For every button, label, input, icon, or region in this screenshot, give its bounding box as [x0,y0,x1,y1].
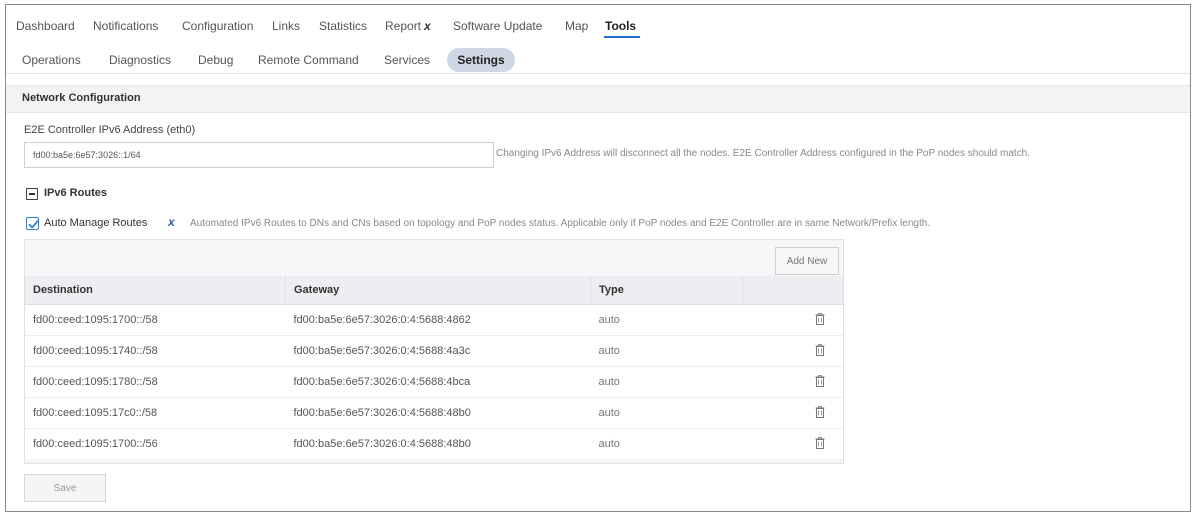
settings-page: Dashboard Notifications Configuration Li… [5,4,1191,512]
column-actions [742,276,843,305]
table-row: fd00:ceed:1095:1740::/58 fd00:ba5e:6e57:… [25,335,843,367]
auto-manage-description: Automated IPv6 Routes to DNs and CNs bas… [190,218,931,229]
table-row: fd00:ceed:1095:1700::/56 fd00:ba5e:6e57:… [25,429,843,460]
active-tab-underline [604,36,640,38]
destination-cell: fd00:ceed:1095:1740::/58 [25,335,286,367]
table-header-row: Destination Gateway Type [25,276,843,305]
auto-manage-x-icon[interactable]: x [168,215,175,229]
column-gateway: Gateway [285,276,591,305]
auto-manage-checkbox[interactable] [26,217,39,230]
gateway-cell: fd00:ba5e:6e57:3026:0:4:5688:4bca [285,366,591,398]
ipv6-address-input[interactable] [24,142,494,168]
gateway-cell: fd00:ba5e:6e57:3026:0:4:5688:48b0 [293,438,471,450]
nav-configuration[interactable]: Configuration [182,19,253,33]
nav-map[interactable]: Map [565,19,588,33]
trash-icon[interactable] [815,312,825,325]
nav-software-update[interactable]: Software Update [453,19,542,33]
destination-cell: fd00:ceed:1095:1700::/56 [33,438,158,450]
type-cell: auto [590,397,743,429]
tab-services[interactable]: Services [384,53,430,67]
trash-icon[interactable] [815,405,825,418]
column-destination: Destination [25,276,286,305]
gateway-cell: fd00:ba5e:6e57:3026:0:4:5688:48b0 [285,397,591,429]
tab-settings[interactable]: Settings [447,48,515,72]
trash-icon[interactable] [815,343,825,356]
nav-report-label: Report [385,19,422,33]
nav-report[interactable]: Report x [385,19,431,33]
trash-icon[interactable] [815,374,825,387]
ipv6-address-label: E2E Controller IPv6 Address (eth0) [24,124,196,136]
destination-cell: fd00:ceed:1095:17c0::/58 [25,397,286,429]
tab-operations[interactable]: Operations [22,53,81,67]
trash-icon[interactable] [815,436,825,449]
column-type: Type [590,276,743,305]
routes-title: IPv6 Routes [44,187,107,199]
section-header: Network Configuration [6,85,1190,113]
nav-statistics[interactable]: Statistics [319,19,367,33]
routes-table-panel: Add New Destination Gateway Type fd00:ce… [24,239,844,464]
top-nav: Dashboard Notifications Configuration Li… [6,5,1190,38]
save-button[interactable]: Save [24,474,106,502]
ipv6-help-text: Changing IPv6 Address will disconnect al… [496,148,1031,159]
nav-notifications[interactable]: Notifications [93,19,158,33]
sub-nav: Operations Diagnostics Debug Remote Comm… [6,43,1190,74]
nav-tools[interactable]: Tools [605,19,636,33]
tab-remote-command[interactable]: Remote Command [258,53,359,67]
checkmark-icon [28,220,39,229]
type-cell: auto [590,366,743,398]
destination-cell: fd00:ceed:1095:1700::/58 [25,304,286,336]
tab-diagnostics[interactable]: Diagnostics [109,53,171,67]
collapse-routes-icon[interactable] [26,188,38,200]
type-cell: auto [590,335,743,367]
nav-dashboard[interactable]: Dashboard [16,19,75,33]
type-cell: auto [590,304,743,336]
section-title: Network Configuration [22,92,141,104]
gateway-cell: fd00:ba5e:6e57:3026:0:4:5688:4a3c [285,335,591,367]
table-row: fd00:ceed:1095:1700::/58 fd00:ba5e:6e57:… [25,304,843,336]
report-close-icon[interactable]: x [424,19,431,33]
gateway-cell: fd00:ba5e:6e57:3026:0:4:5688:4862 [285,304,591,336]
destination-cell: fd00:ceed:1095:1780::/58 [25,366,286,398]
routes-table: Destination Gateway Type fd00:ceed:1095:… [25,276,843,459]
type-cell: auto [598,438,620,450]
table-row: fd00:ceed:1095:17c0::/58 fd00:ba5e:6e57:… [25,397,843,429]
table-row: fd00:ceed:1095:1780::/58 fd00:ba5e:6e57:… [25,366,843,398]
auto-manage-label: Auto Manage Routes [44,217,148,229]
add-new-button[interactable]: Add New [775,247,839,275]
tab-debug[interactable]: Debug [198,53,233,67]
nav-links[interactable]: Links [272,19,300,33]
